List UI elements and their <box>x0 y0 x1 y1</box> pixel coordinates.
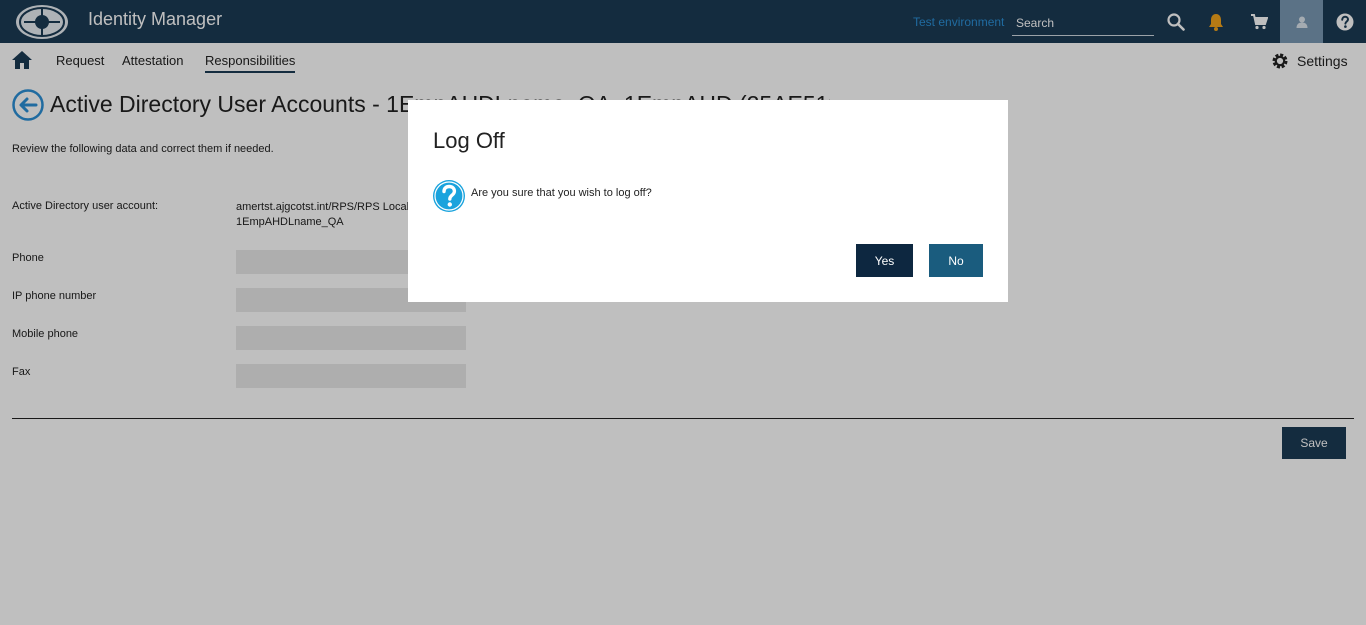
dialog-message: Are you sure that you wish to log off? <box>471 187 652 199</box>
yes-button[interactable]: Yes <box>856 244 913 277</box>
modal-overlay[interactable] <box>0 0 1366 625</box>
log-off-dialog: Log Off Are you sure that you wish to lo… <box>408 100 1008 302</box>
question-icon <box>433 180 465 212</box>
no-button[interactable]: No <box>929 244 983 277</box>
dialog-title: Log Off <box>433 128 505 153</box>
